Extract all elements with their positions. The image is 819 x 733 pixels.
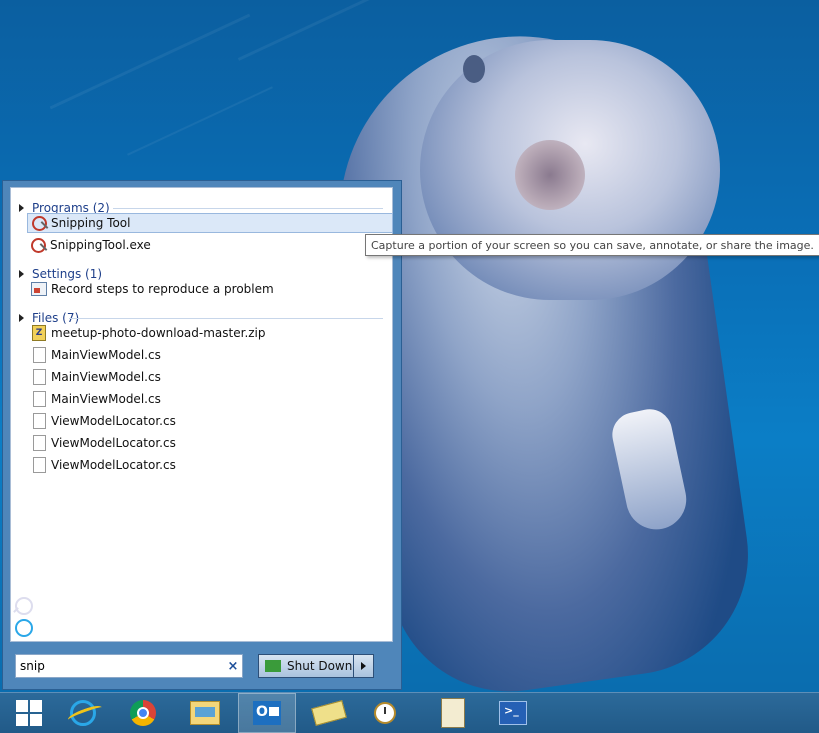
taskbar-file-explorer[interactable] xyxy=(176,693,234,733)
result-label: MainViewModel.cs xyxy=(51,348,161,362)
file-icon xyxy=(33,457,46,473)
taskbar-solitaire[interactable] xyxy=(300,693,358,733)
magnifier-icon xyxy=(15,597,33,615)
see-more-results-label: See more results xyxy=(38,599,140,613)
shut-down-button[interactable]: Shut Down xyxy=(258,654,354,678)
result-label: Record steps to reproduce a problem xyxy=(51,282,274,296)
taskbar-powershell[interactable] xyxy=(484,693,542,733)
outlook-icon xyxy=(253,701,281,725)
start-search-input[interactable] xyxy=(16,655,224,677)
chevron-right-icon xyxy=(361,662,366,670)
zip-file-icon: Z xyxy=(32,325,46,341)
search-internet-label: Search the Internet xyxy=(38,621,155,635)
group-divider xyxy=(113,208,383,209)
start-button[interactable] xyxy=(0,693,58,733)
taskbar-task-scheduler[interactable] xyxy=(356,693,414,733)
result-file[interactable]: ViewModelLocator.cs xyxy=(27,455,393,475)
search-results-pane: Programs (2) Snipping Tool SnippingTool.… xyxy=(10,187,393,642)
expand-triangle-icon xyxy=(19,204,24,212)
file-icon xyxy=(33,413,46,429)
internet-explorer-icon xyxy=(15,619,33,637)
shutdown-group: Shut Down xyxy=(258,654,374,678)
result-label: SnippingTool.exe xyxy=(50,238,151,252)
light-ray xyxy=(49,13,251,110)
snipping-tool-icon xyxy=(31,237,46,253)
windows-logo-icon xyxy=(16,700,42,726)
start-search-box[interactable]: × xyxy=(15,654,243,678)
clear-search-icon[interactable]: × xyxy=(224,659,242,674)
result-label: ViewModelLocator.cs xyxy=(51,436,176,450)
clock-icon xyxy=(374,702,396,724)
taskbar-chrome[interactable] xyxy=(114,693,172,733)
result-label: ViewModelLocator.cs xyxy=(51,414,176,428)
group-divider xyxy=(69,318,383,319)
shut-down-label: Shut Down xyxy=(287,659,353,673)
see-more-results-link[interactable]: See more results xyxy=(15,596,139,616)
file-explorer-icon xyxy=(190,701,220,725)
scroll-icon xyxy=(441,698,465,728)
result-label: ViewModelLocator.cs xyxy=(51,458,176,472)
shutdown-arrow-icon xyxy=(265,660,281,672)
result-file[interactable]: ViewModelLocator.cs xyxy=(27,433,393,453)
taskbar-outlook[interactable] xyxy=(238,693,296,733)
result-file[interactable]: MainViewModel.cs xyxy=(27,389,393,409)
steps-recorder-icon xyxy=(31,282,47,296)
result-file[interactable]: MainViewModel.cs xyxy=(27,367,393,387)
result-label: Snipping Tool xyxy=(51,216,131,230)
file-icon xyxy=(33,347,46,363)
result-label: MainViewModel.cs xyxy=(51,370,161,384)
result-record-steps[interactable]: Record steps to reproduce a problem xyxy=(27,279,393,299)
internet-explorer-icon xyxy=(70,700,96,726)
light-ray xyxy=(127,86,273,156)
light-ray xyxy=(237,0,403,61)
dolphin-beak xyxy=(515,140,585,210)
taskbar-internet-explorer[interactable] xyxy=(54,693,112,733)
result-file[interactable]: Z meetup-photo-download-master.zip xyxy=(27,323,393,343)
expand-triangle-icon xyxy=(19,270,24,278)
search-internet-link[interactable]: Search the Internet xyxy=(15,618,154,638)
powershell-icon xyxy=(499,701,527,725)
taskbar-document-viewer[interactable] xyxy=(424,693,482,733)
dolphin-eye xyxy=(463,55,485,83)
file-icon xyxy=(33,435,46,451)
file-icon xyxy=(33,369,46,385)
result-file[interactable]: MainViewModel.cs xyxy=(27,345,393,365)
tooltip: Capture a portion of your screen so you … xyxy=(365,234,819,256)
snipping-tool-icon xyxy=(32,215,47,231)
start-menu: Programs (2) Snipping Tool SnippingTool.… xyxy=(2,180,402,690)
file-icon xyxy=(33,391,46,407)
result-label: meetup-photo-download-master.zip xyxy=(51,326,266,340)
result-snippingtool-exe[interactable]: SnippingTool.exe xyxy=(27,235,393,255)
chrome-icon xyxy=(130,700,156,726)
cards-icon xyxy=(311,700,347,726)
result-snipping-tool[interactable]: Snipping Tool xyxy=(27,213,393,233)
taskbar xyxy=(0,692,819,733)
result-label: MainViewModel.cs xyxy=(51,392,161,406)
expand-triangle-icon xyxy=(19,314,24,322)
result-file[interactable]: ViewModelLocator.cs xyxy=(27,411,393,431)
shutdown-options-button[interactable] xyxy=(354,654,374,678)
